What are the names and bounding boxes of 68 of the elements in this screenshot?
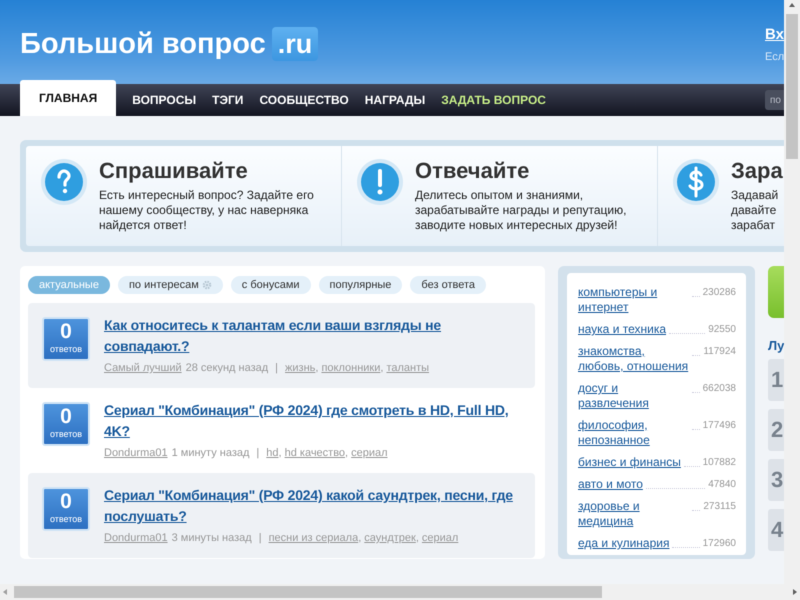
category-count: 107882 xyxy=(702,456,736,470)
nav-tab[interactable]: НАГРАДЫ xyxy=(356,84,434,116)
category-link[interactable]: наука и техника xyxy=(578,322,666,337)
category-count: 117924 xyxy=(703,345,736,359)
question-link[interactable]: Сериал "Комбинация" (РФ 2024) где смотреть в HD, Full HD, 4K? xyxy=(104,400,525,442)
category-count: 273115 xyxy=(703,500,736,514)
nav-tab[interactable]: ВОПРОСЫ xyxy=(124,84,204,116)
tag-delimiter: , xyxy=(380,362,384,374)
meta-separator: | xyxy=(256,447,260,459)
question-link[interactable]: Как относитесь к талантам если ваши взгляды не совпадают.? xyxy=(104,315,525,357)
category-count: 177496 xyxy=(702,419,736,433)
scrollbar-thumb[interactable] xyxy=(786,14,798,159)
promo-button[interactable] xyxy=(768,266,784,318)
category-link[interactable]: еда и кулинария xyxy=(578,536,670,551)
category-link[interactable]: философия, непознанное xyxy=(578,418,689,448)
question-mark-icon xyxy=(40,158,88,206)
rank-tile: 1 xyxy=(768,359,784,401)
tag-delimiter: , xyxy=(358,532,362,544)
answer-count: 0 ответов xyxy=(42,317,90,361)
question-time: 3 минуты назад xyxy=(172,532,252,544)
tag-delimiter: , xyxy=(416,532,419,544)
nav-tab[interactable]: СООБЩЕСТВО xyxy=(251,84,357,116)
feature-text: Задавай давайте зарабат xyxy=(731,188,780,233)
category-count: 92550 xyxy=(708,323,736,337)
meta-separator: | xyxy=(258,532,262,544)
exclamation-icon xyxy=(356,158,404,206)
filter-tab[interactable]: без ответа xyxy=(410,276,486,294)
vertical-scrollbar[interactable] xyxy=(784,0,800,584)
filter-tab[interactable]: популярные xyxy=(318,276,402,294)
category-link[interactable]: знакомства, любовь, отношения xyxy=(578,344,690,374)
leaders-heading: Лу xyxy=(768,338,784,353)
category-link[interactable]: авто и мото xyxy=(578,477,643,492)
category-link[interactable]: здоровье и медицина xyxy=(578,499,690,529)
tag-delimiter: , xyxy=(278,447,282,459)
category-link[interactable]: досуг и развлечения xyxy=(578,381,689,411)
category-count: 230286 xyxy=(702,286,736,300)
feature-title: Спрашивайте xyxy=(99,158,249,184)
feature-title: Отвечайте xyxy=(415,158,530,184)
category-link[interactable]: компьютеры и интернет xyxy=(578,285,689,315)
category-count: 172960 xyxy=(702,537,736,551)
question-time: 28 секунд назад xyxy=(186,362,268,374)
rank-tile: 2 xyxy=(768,409,784,451)
dollar-icon xyxy=(672,158,720,206)
category-count: 662038 xyxy=(702,382,736,396)
meta-separator: | xyxy=(275,362,278,374)
filter-tab[interactable]: с бонусами xyxy=(230,276,311,294)
feature-text: Делитесь опытом и знаниями, зарабатывайте награды и репутацию, заводите новых интересных друзей! xyxy=(415,188,626,233)
rank-tile: 3 xyxy=(768,459,784,501)
nav-tab[interactable]: ЗАДАТЬ ВОПРОС xyxy=(433,84,554,116)
nav-tab[interactable]: ТЭГИ xyxy=(204,84,252,116)
nav-tab[interactable]: ГЛАВНАЯ xyxy=(20,80,116,116)
filter-tab[interactable]: по интересам xyxy=(118,276,223,294)
feature-title: Зара xyxy=(731,158,783,184)
feature-text: Есть интересный вопрос? Задайте его нашему сообществу, у нас наверняка найдется ответ! xyxy=(99,188,314,233)
horizontal-scrollbar[interactable] xyxy=(0,584,800,600)
rank-tile: 4 xyxy=(768,509,784,551)
tag-delimiter: , xyxy=(315,362,318,374)
login-note: Есл xyxy=(765,51,784,63)
answer-count: 0 ответов xyxy=(42,402,90,446)
category-count: 47840 xyxy=(708,478,736,492)
question-time: 1 минуту назад xyxy=(172,447,250,459)
category-link[interactable]: бизнес и финансы xyxy=(578,455,681,470)
question-link[interactable]: Сериал "Комбинация" (РФ 2024) какой саундтрек, песни, где послушать? xyxy=(104,485,525,527)
scrollbar-thumb[interactable] xyxy=(14,586,602,598)
tag-delimiter: , xyxy=(345,447,348,459)
answer-count: 0 ответов xyxy=(42,487,90,531)
search-field[interactable]: по xyxy=(765,90,784,110)
gear-icon[interactable] xyxy=(202,280,212,290)
